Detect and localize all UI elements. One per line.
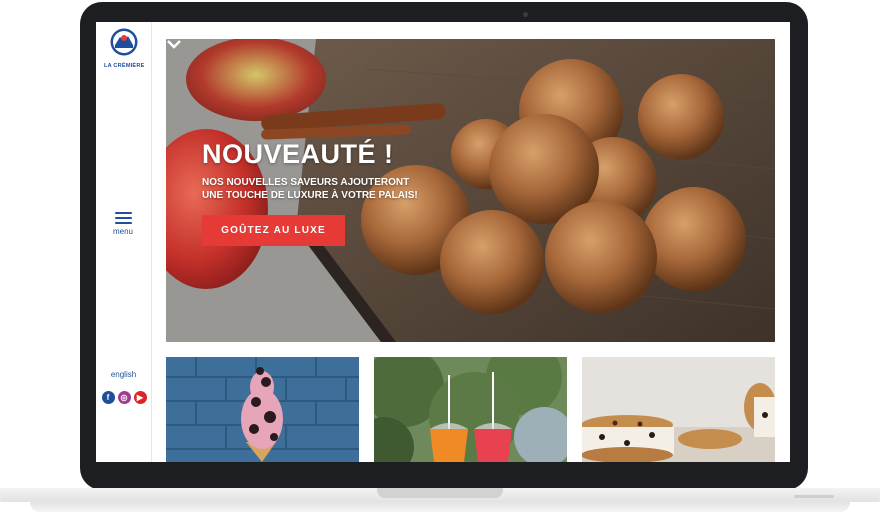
brand-name: LA CRÉMIÈRE: [104, 63, 145, 69]
logo-emblem-icon: [110, 28, 138, 56]
brand-logo[interactable]: LA CRÉMIÈRE: [104, 28, 144, 72]
youtube-icon[interactable]: ▶: [133, 391, 147, 404]
language-link[interactable]: english: [96, 370, 151, 379]
product-tile-ice-cream[interactable]: [166, 357, 359, 462]
hero-title: NOUVEAUTÉ !: [202, 139, 394, 169]
hero-banner: NOUVEAUTÉ ! NOS NOUVELLES SAVEURS AJOUTE…: [166, 39, 775, 342]
taste-luxury-button[interactable]: GOÛTEZ AU LUXE: [202, 215, 345, 246]
product-tile-frozen-drinks[interactable]: [374, 357, 567, 462]
hero-subtitle: NOS NOUVELLES SAVEURS AJOUTERONT UNE TOU…: [202, 177, 418, 201]
frozen-drinks-image: [374, 357, 567, 462]
hamburger-icon: [114, 212, 132, 224]
ice-cream-cone-image: [166, 357, 359, 462]
sidebar: LA CRÉMIÈRE menu english f ◎ ▶: [96, 22, 152, 462]
facebook-icon[interactable]: f: [101, 391, 115, 404]
product-tile-ice-cream-sandwiches[interactable]: [582, 357, 775, 462]
website-screen: LA CRÉMIÈRE menu english f ◎ ▶ NOUVEAUTÉ…: [96, 22, 790, 462]
menu-button[interactable]: menu: [108, 212, 138, 236]
menu-label: menu: [112, 227, 133, 236]
social-links: f ◎ ▶: [100, 391, 148, 404]
laptop-base: [0, 488, 880, 520]
instagram-icon[interactable]: ◎: [117, 391, 131, 404]
camera-dot: [523, 12, 528, 17]
chevron-down-icon[interactable]: [166, 39, 182, 49]
ice-cream-sandwich-image: [582, 357, 775, 462]
